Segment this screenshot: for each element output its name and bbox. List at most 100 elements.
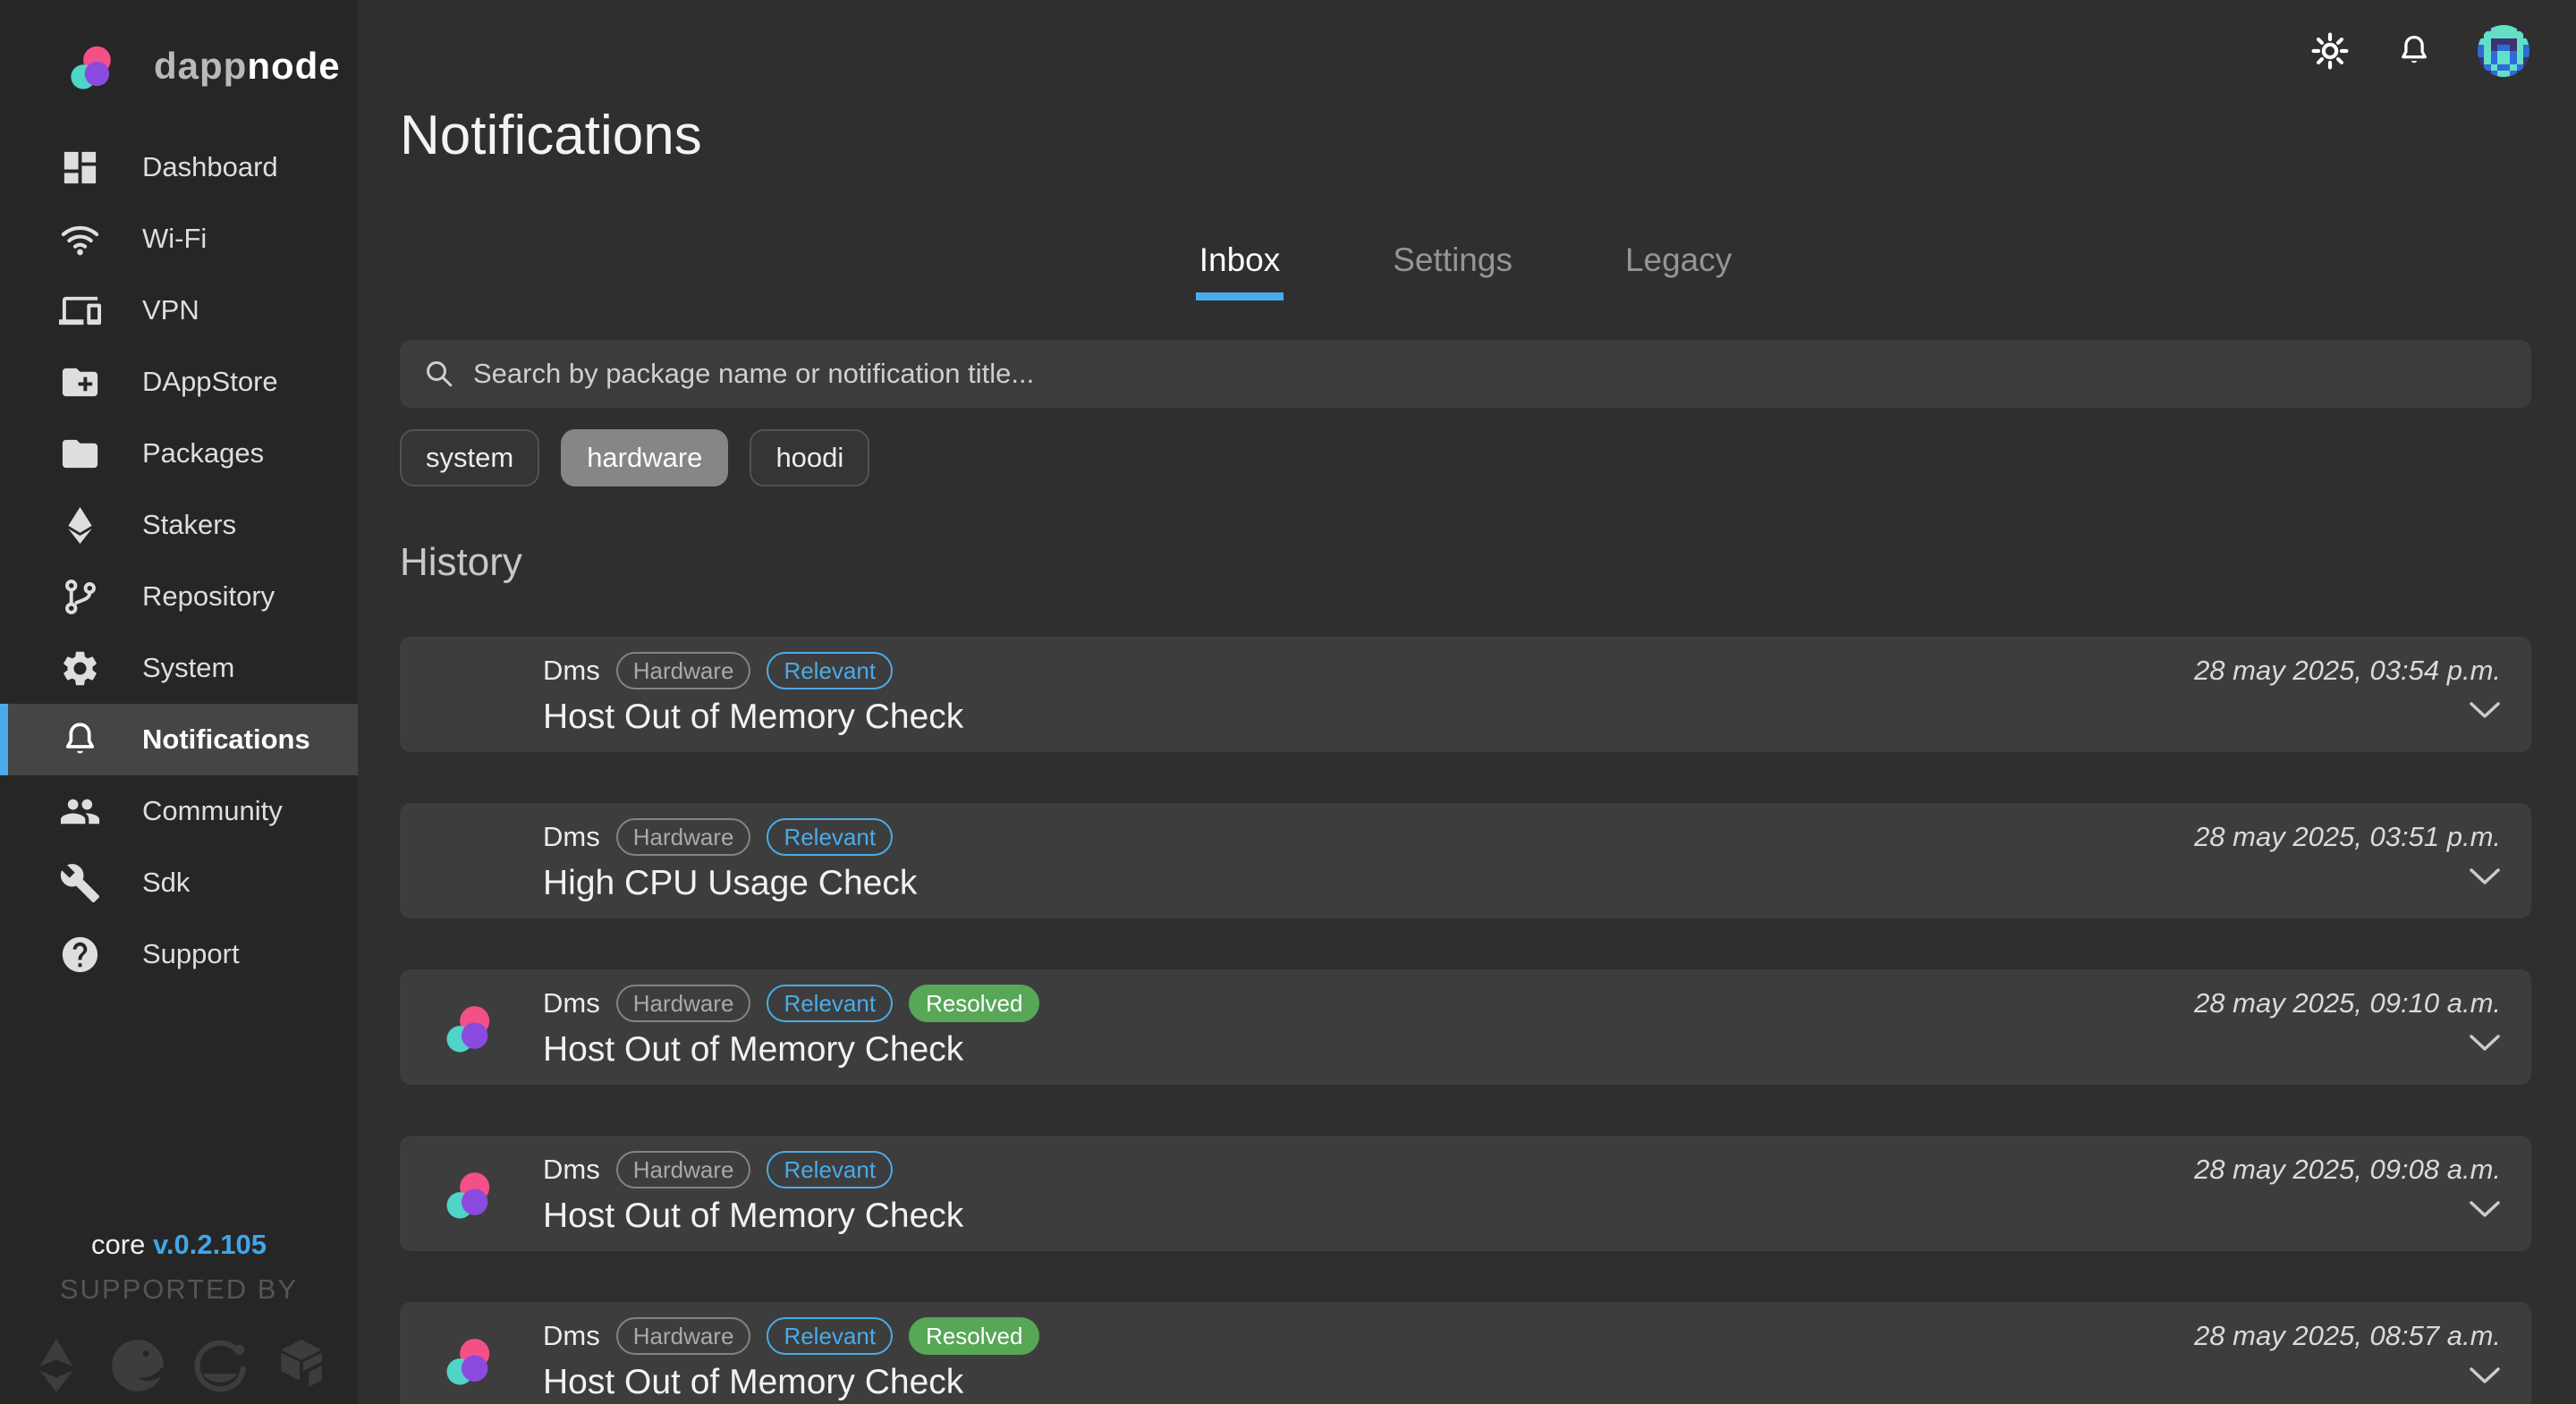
sdk-icon	[59, 862, 101, 904]
dappnode-logo[interactable]: dappnode	[0, 0, 358, 103]
core-version-line: core v.0.2.105	[0, 1229, 358, 1261]
notification-card[interactable]: Dms Hardware Relevant Host Out of Memory …	[400, 637, 2531, 752]
tab-inbox[interactable]: Inbox	[1196, 241, 1284, 300]
community-icon	[59, 791, 101, 833]
support-icon	[59, 934, 101, 976]
notification-timestamp: 28 may 2025, 03:51 p.m.	[2194, 821, 2501, 853]
chevron-down-icon[interactable]	[2469, 1033, 2501, 1053]
sidebar-item-label: VPN	[142, 294, 199, 326]
filter-chip-system[interactable]: system	[400, 429, 539, 486]
sidebar-nav: Dashboard Wi-Fi VPN DAppStore Packages S…	[0, 131, 358, 990]
notification-card[interactable]: Dms HardwareRelevantResolved Host Out of…	[400, 1302, 2531, 1404]
chevron-down-icon[interactable]	[2469, 1366, 2501, 1385]
sidebar-item-repository[interactable]: Repository	[0, 561, 358, 632]
grafana-icon	[432, 655, 511, 734]
page-title: Notifications	[400, 106, 2531, 166]
search-icon	[423, 358, 455, 390]
sun-icon	[2311, 32, 2349, 70]
sidebar-item-label: Sdk	[142, 867, 190, 899]
brand-text: dappnode	[154, 45, 341, 88]
theme-toggle-button[interactable]	[2309, 30, 2351, 72]
header-icons	[2309, 25, 2529, 77]
dappnode-icon	[432, 988, 511, 1067]
notification-title: High CPU Usage Check	[543, 864, 917, 903]
dashboard-icon	[59, 147, 101, 189]
cubes-logo-icon	[272, 1336, 331, 1395]
badge-hardware: Hardware	[616, 985, 751, 1022]
packages-icon	[59, 433, 101, 475]
notification-timestamp: 28 may 2025, 09:10 a.m.	[2194, 987, 2501, 1019]
gnosis-logo-icon	[191, 1336, 250, 1395]
chevron-down-icon[interactable]	[2469, 700, 2501, 720]
dappnode-logo-icon	[57, 30, 131, 103]
notification-source: Dms	[543, 1320, 600, 1352]
sidebar-item-vpn[interactable]: VPN	[0, 275, 358, 346]
badge-relevant: Relevant	[767, 985, 893, 1022]
notification-card[interactable]: Dms HardwareRelevant High CPU Usage Chec…	[400, 803, 2531, 918]
ethereum-logo-icon	[27, 1336, 86, 1395]
sidebar-item-wifi[interactable]: Wi-Fi	[0, 203, 358, 275]
avatar[interactable]	[2478, 25, 2529, 77]
core-label: core	[91, 1229, 145, 1260]
notification-list: Dms Hardware Relevant Host Out of Memory …	[400, 637, 2531, 1404]
notification-source: Dms	[543, 655, 600, 687]
partner-logos	[0, 1336, 358, 1395]
notification-timestamp: 28 may 2025, 08:57 a.m.	[2194, 1320, 2501, 1352]
vpn-icon	[59, 290, 101, 332]
sidebar: dappnode Dashboard Wi-Fi VPN DAppStore P…	[0, 0, 358, 1404]
badge-hardware: Hardware	[616, 1151, 751, 1188]
notification-title: Host Out of Memory Check	[543, 698, 963, 737]
notification-card[interactable]: Dms HardwareRelevant Host Out of Memory …	[400, 1136, 2531, 1251]
history-heading: History	[400, 540, 2531, 585]
sidebar-item-label: System	[142, 652, 234, 684]
sidebar-item-dashboard[interactable]: Dashboard	[0, 131, 358, 203]
sidebar-item-sdk[interactable]: Sdk	[0, 847, 358, 918]
notification-title: Host Out of Memory Check	[543, 1197, 963, 1236]
supported-by-label: SUPPORTED BY	[0, 1273, 358, 1306]
sidebar-item-stakers[interactable]: Stakers	[0, 489, 358, 561]
sidebar-item-label: Repository	[142, 580, 275, 613]
sidebar-item-notifications[interactable]: Notifications	[0, 704, 358, 775]
main-content: Notifications Inbox Settings Legacy system…	[358, 0, 2576, 1404]
notification-source: Dms	[543, 821, 600, 853]
notification-title: Host Out of Memory Check	[543, 1030, 1039, 1070]
chevron-down-icon[interactable]	[2469, 1199, 2501, 1219]
chevron-down-icon[interactable]	[2469, 867, 2501, 886]
bell-icon	[2395, 32, 2433, 70]
badge-hardware: Hardware	[616, 652, 751, 689]
search-input[interactable]	[473, 358, 2508, 390]
badge-hardware: Hardware	[616, 818, 751, 856]
sidebar-item-dappstore[interactable]: DAppStore	[0, 346, 358, 418]
sidebar-item-label: Dashboard	[142, 151, 278, 183]
sidebar-item-support[interactable]: Support	[0, 918, 358, 990]
tab-legacy[interactable]: Legacy	[1622, 241, 1735, 300]
sidebar-item-label: Notifications	[142, 723, 310, 756]
sidebar-item-packages[interactable]: Packages	[0, 418, 358, 489]
repository-icon	[59, 576, 101, 618]
notification-title: Host Out of Memory Check	[543, 1363, 1039, 1402]
notification-source: Dms	[543, 1154, 600, 1186]
badge-relevant: Relevant	[767, 652, 893, 689]
sidebar-item-community[interactable]: Community	[0, 775, 358, 847]
sidebar-item-label: Community	[142, 795, 283, 827]
badge-hardware: Hardware	[616, 1317, 751, 1355]
notification-timestamp: 28 may 2025, 03:54 p.m.	[2194, 655, 2501, 687]
stakers-icon	[59, 504, 101, 546]
bird-logo-icon	[108, 1336, 167, 1395]
sidebar-item-label: DAppStore	[142, 366, 278, 398]
brand-dapp: dapp	[154, 45, 247, 87]
dappnode-icon	[432, 1321, 511, 1400]
sidebar-item-label: Support	[142, 938, 240, 970]
badge-resolved: Resolved	[909, 1317, 1039, 1355]
notifications-bell-button[interactable]	[2394, 30, 2435, 72]
core-version-link[interactable]: v.0.2.105	[153, 1229, 267, 1260]
sidebar-footer: core v.0.2.105 SUPPORTED BY	[0, 1229, 358, 1395]
sidebar-item-system[interactable]: System	[0, 632, 358, 704]
system-icon	[59, 647, 101, 689]
notification-card[interactable]: Dms HardwareRelevantResolved Host Out of…	[400, 969, 2531, 1085]
tab-settings[interactable]: Settings	[1389, 241, 1516, 300]
notifications-icon	[59, 719, 101, 761]
filter-chip-hardware[interactable]: hardware	[561, 429, 728, 486]
search-bar	[400, 340, 2531, 408]
filter-chip-hoodi[interactable]: hoodi	[750, 429, 869, 486]
